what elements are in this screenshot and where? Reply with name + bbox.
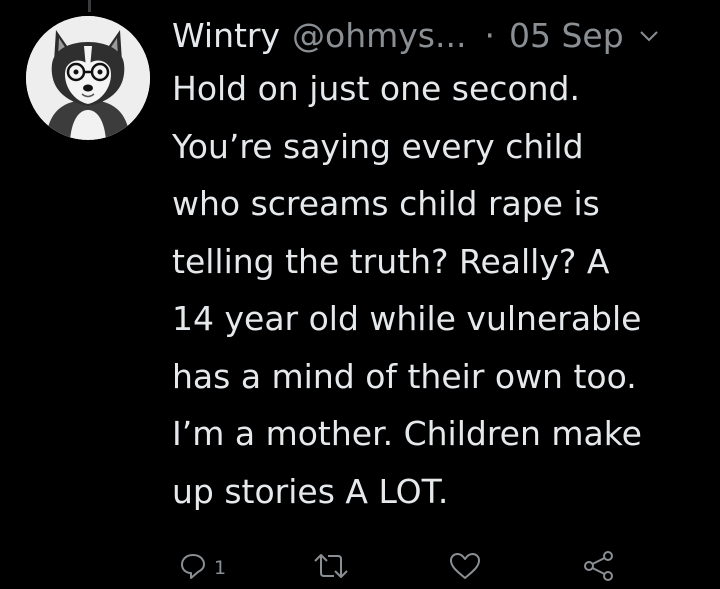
tweet-header: Wintry @ohmys... · 05 Sep — [172, 12, 712, 60]
heart-icon — [448, 551, 482, 585]
tweet-text-line: I’m a mother. Children make — [172, 414, 642, 453]
tweet-text-line: telling the truth? Really? A — [172, 241, 610, 281]
share-button[interactable] — [582, 548, 616, 588]
tweet-text: Hold on just one second. You’re saying e… — [172, 60, 712, 520]
reply-button[interactable]: 1 — [178, 548, 226, 588]
tweet-actions: 1 — [172, 548, 652, 588]
tweet-date[interactable]: 05 Sep — [509, 12, 624, 60]
like-button[interactable] — [448, 548, 482, 588]
tweet-text-line: Hold on just one second. — [172, 69, 580, 108]
reply-count: 1 — [214, 557, 227, 579]
separator-dot: · — [484, 16, 495, 55]
retweet-icon — [312, 551, 350, 585]
tweet-text-line: You’re saying every child — [172, 126, 584, 166]
tweet-text-line: has a mind of their own too. — [172, 356, 637, 396]
avatar[interactable] — [26, 16, 150, 140]
reply-icon — [178, 551, 208, 585]
husky-avatar-image — [26, 16, 150, 140]
chevron-down-icon[interactable] — [638, 25, 660, 47]
tweet-text-line: 14 year old while vulnerable — [172, 299, 642, 338]
thread-line — [88, 0, 91, 12]
tweet[interactable]: Wintry @ohmys... · 05 Sep Hold on just o… — [172, 12, 712, 520]
tweet-text-line: up stories A LOT. — [172, 471, 449, 511]
display-name[interactable]: Wintry — [172, 12, 280, 60]
user-handle[interactable]: @ohmys... — [292, 12, 466, 60]
share-icon — [582, 550, 616, 586]
tweet-text-line: who screams child rape is — [172, 184, 600, 223]
retweet-button[interactable] — [312, 548, 350, 588]
